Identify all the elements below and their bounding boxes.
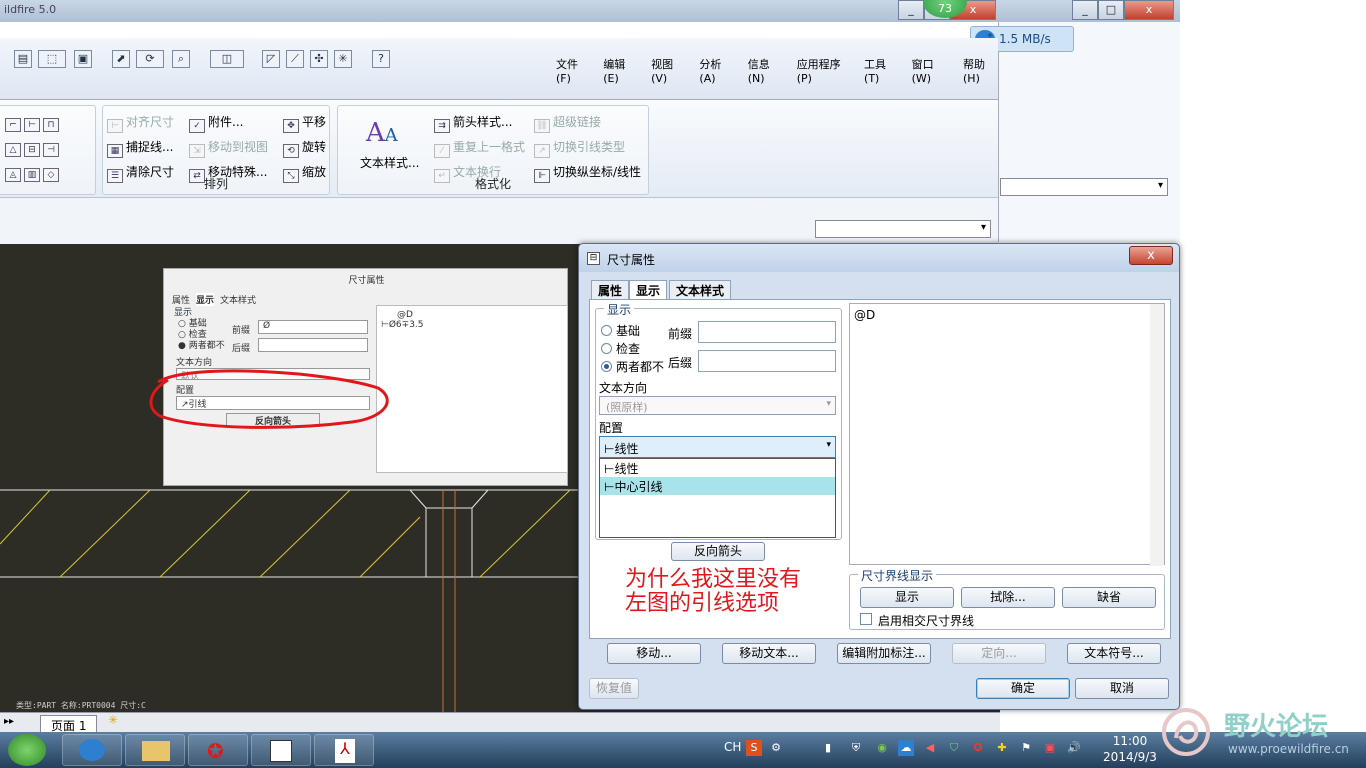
text-area-scrollbar[interactable] [1150,304,1164,566]
ime-icon[interactable]: S [746,740,762,756]
witness-line-legend: 尺寸界线显示 [858,567,937,584]
dialog-close-button[interactable]: x [1129,246,1173,265]
shield-icon[interactable]: ⛨ [848,740,864,756]
nvidia-icon[interactable]: ◉ [874,740,890,756]
erase-witness-button[interactable]: 拭除... [961,587,1055,608]
config-option-center-leader[interactable]: ⊢中心引线 [600,477,835,495]
page-tab[interactable]: 页面 1 [40,715,98,733]
text-direction-label: 文本方向 [599,381,648,395]
pdf-icon: ⅄ [335,739,355,763]
taskbar-drawing[interactable] [251,734,311,766]
tab-properties[interactable]: 属性 [591,280,630,299]
config-option-linear[interactable]: ⊢线性 [600,459,835,477]
taskbar-baidu-cloud[interactable] [62,734,122,766]
restore-values-button[interactable]: 恢复值 [589,678,639,699]
text-direction-select: (照原样) ▾ [599,396,836,415]
watermark-name: 野火论坛 [1224,712,1329,742]
taskbar-creo[interactable]: ✪ [188,734,248,766]
status-bar: ▸▸ 页面 1 ✳ [0,712,1000,733]
dialog-titlebar: ⊟ 尺寸属性 x [579,244,1179,272]
battery-icon[interactable]: ▮ [820,740,836,756]
security-icon[interactable]: ⛉ [946,740,962,756]
tab-display[interactable]: 显示 [629,280,668,300]
move-text-button[interactable]: 移动文本... [722,643,816,664]
clock-date: 2014/9/3 [1103,750,1157,764]
text-symbol-button[interactable]: 文本符号... [1067,643,1161,664]
intersect-witness-checkbox[interactable] [860,613,872,625]
taskbar-explorer[interactable] [125,734,185,766]
annotation-line-2: 左图的引线选项 [625,591,780,616]
dialog-title: 尺寸属性 [607,253,656,267]
show-witness-button[interactable]: 显示 [860,587,954,608]
orient-button[interactable]: 定向... [952,643,1046,664]
tab-text-style[interactable]: 文本样式 [669,280,732,299]
suffix-label: 后缀 [668,356,693,370]
drawing-icon [270,740,292,762]
annotation-line-1: 为什么我这里没有 [625,567,802,592]
chevron-down-icon: ▾ [826,440,831,450]
watermark-url: www.proewildfire.cn [1228,742,1349,756]
speaker-alert-icon[interactable]: ◀ [922,740,938,756]
clock[interactable]: 11:00 2014/9/3 [1100,733,1160,765]
creo-tray-icon[interactable]: ✪ [970,740,986,756]
new-page-icon[interactable]: ✳ [108,713,118,727]
config-select[interactable]: ⊢线性 ▾ [599,436,836,458]
intersect-witness-label: 启用相交尺寸界线 [878,614,975,628]
cloud-icon [79,739,105,761]
creo-icon: ✪ [207,739,224,763]
forum-logo [1162,708,1210,756]
config-dropdown-list: ⊢线性 ⊢中心引线 [599,458,836,538]
suffix-input[interactable] [698,350,836,372]
radio-basic[interactable]: 基础 [601,322,640,339]
cloud-tray-icon[interactable]: ☁ [898,740,914,756]
taskbar-pdf[interactable]: ⅄ [314,734,374,766]
edit-attachment-button[interactable]: 编辑附加标注... [837,643,931,664]
prefix-input[interactable] [698,321,836,343]
ok-button[interactable]: 确定 [976,678,1070,699]
page-nav-icon[interactable]: ▸▸ [4,716,14,727]
dim-text-value: @D [854,308,876,322]
forum-watermark: 野火论坛 www.proewildfire.cn [1158,700,1358,762]
flag-icon[interactable]: ⚑ [1018,740,1034,756]
volume-icon[interactable]: 🔊 [1066,740,1082,756]
clock-time: 11:00 [1112,734,1148,748]
move-button[interactable]: 移动... [607,643,701,664]
default-witness-button[interactable]: 缺省 [1062,587,1156,608]
network-icon[interactable]: ▣ [1042,740,1058,756]
start-button[interactable] [8,734,46,766]
linear-dim-icon: ⊢ [604,442,615,456]
dim-text-area[interactable]: @D [849,303,1165,566]
radio-neither[interactable]: 两者都不 [601,358,664,375]
prefix-label: 前缀 [668,327,693,341]
tool-tray-icon[interactable]: ✚ [994,740,1010,756]
flip-arrows-button[interactable]: 反向箭头 [671,542,765,561]
config-label: 配置 [599,421,624,435]
dialog-icon: ⊟ [587,252,600,265]
ime-settings-icon[interactable]: ⚙ [768,740,784,756]
display-legend: 显示 [604,301,635,318]
cancel-button[interactable]: 取消 [1075,678,1169,699]
folder-icon [142,741,170,761]
input-language[interactable]: CH [724,740,741,754]
dimension-properties-dialog: ⊟ 尺寸属性 x 属性 显示 文本样式 显示 基础 检查 两者都不 前缀 后缀 … [578,243,1180,710]
radio-inspection[interactable]: 检查 [601,340,640,357]
annotation-text: 为什么我这里没有 左图的引线选项 [625,568,801,616]
